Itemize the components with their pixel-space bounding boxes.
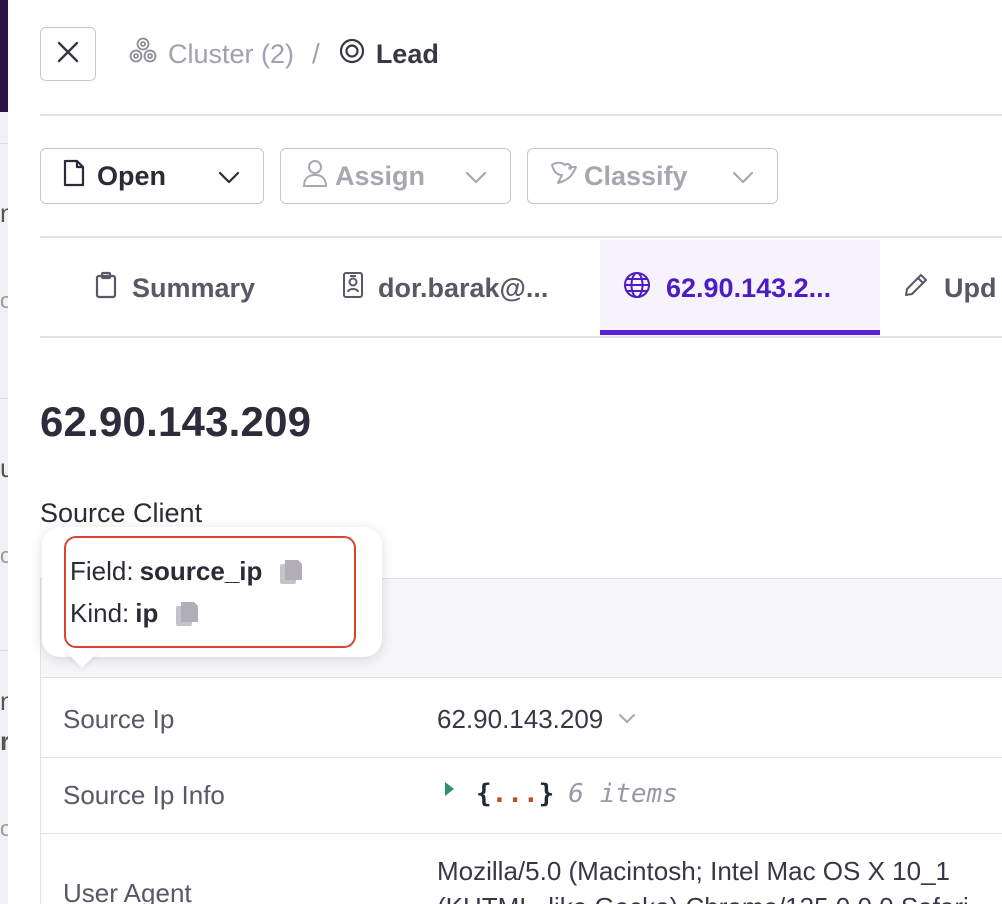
user-agent-value: Mozilla/5.0 (Macintosh; Intel Mac OS X 1… bbox=[437, 856, 951, 886]
detail-panel: Cluster (2) / Lead Open Assign Classify … bbox=[8, 0, 1002, 904]
assign-dropdown[interactable]: Assign bbox=[280, 148, 511, 204]
chevron-down-icon bbox=[217, 165, 241, 196]
tab-summary-label: Summary bbox=[132, 272, 256, 303]
breadcrumb-cluster-label: Cluster (2) bbox=[168, 38, 295, 69]
background-text-fragment: n bbox=[0, 688, 8, 714]
breadcrumb: Cluster (2) / Lead bbox=[128, 36, 439, 72]
row-key: User Agent bbox=[63, 878, 192, 904]
row-key: Source Ip bbox=[63, 704, 175, 734]
tab-summary[interactable]: Summary bbox=[94, 240, 294, 336]
tabs-divider bbox=[40, 336, 1002, 338]
user-icon bbox=[301, 158, 329, 195]
table-row: Source Ip Info {...} 6 items bbox=[41, 758, 1002, 834]
background-divider bbox=[0, 650, 8, 651]
open-status-dropdown[interactable]: Open bbox=[40, 148, 264, 204]
background-text-fragment: o bbox=[0, 818, 8, 840]
background-divider bbox=[0, 398, 8, 399]
open-status-label: Open bbox=[97, 160, 167, 191]
source-ip-value: 62.90.143.209 bbox=[437, 704, 604, 734]
json-viewer[interactable]: {...} 6 items bbox=[445, 778, 678, 809]
expand-triangle-icon[interactable] bbox=[445, 782, 454, 796]
row-key: Source Ip Info bbox=[63, 780, 225, 810]
target-icon bbox=[338, 37, 366, 72]
tab-updates-label: Upd bbox=[944, 272, 997, 303]
breadcrumb-cluster[interactable]: Cluster (2) bbox=[128, 36, 294, 73]
breadcrumb-lead: Lead bbox=[338, 37, 439, 72]
background-text-fragment: ni bbox=[0, 200, 8, 226]
actions-divider bbox=[40, 236, 1002, 238]
close-button[interactable] bbox=[40, 27, 96, 81]
json-brace-open: { bbox=[476, 779, 492, 809]
background-text-fragment: o bbox=[0, 545, 8, 567]
table-row: Source Ip 62.90.143.209 bbox=[41, 678, 1002, 758]
popover-arrow bbox=[64, 650, 100, 668]
json-ellipsis: ... bbox=[491, 779, 539, 809]
close-icon bbox=[56, 40, 80, 69]
cluster-icon bbox=[128, 36, 158, 73]
json-item-count: 6 items bbox=[568, 779, 678, 809]
tab-updates[interactable]: Upd bbox=[902, 240, 1002, 336]
pencil-icon bbox=[902, 271, 930, 306]
chevron-down-icon bbox=[731, 165, 755, 196]
highlight-annotation bbox=[64, 536, 356, 648]
background-text-fragment: r bbox=[0, 728, 8, 754]
classify-dropdown[interactable]: Classify bbox=[527, 148, 778, 204]
tab-user[interactable]: dor.barak@... bbox=[342, 240, 582, 336]
document-icon bbox=[61, 158, 87, 195]
tab-user-label: dor.barak@... bbox=[378, 272, 549, 303]
assign-label: Assign bbox=[335, 160, 426, 191]
background-text-fragment: u bbox=[0, 455, 8, 481]
page-title: 62.90.143.209 bbox=[40, 398, 312, 445]
user-agent-value-line2: (KHTML, like Gecko) Chrome/135.0.0.0 Saf… bbox=[437, 892, 969, 904]
breadcrumb-lead-label: Lead bbox=[375, 38, 439, 69]
clipboard-icon bbox=[94, 271, 118, 306]
background-page-strip: ni o u o n r o bbox=[0, 0, 8, 904]
breadcrumb-separator: / bbox=[312, 38, 320, 69]
row-value[interactable]: 62.90.143.209 bbox=[437, 704, 637, 735]
user-badge-icon bbox=[342, 271, 364, 306]
classify-label: Classify bbox=[584, 160, 688, 191]
background-divider bbox=[0, 143, 8, 144]
table-row: User Agent Mozilla/5.0 (Macintosh; Intel… bbox=[41, 834, 1002, 904]
header-divider bbox=[40, 114, 1002, 116]
background-text-fragment: o bbox=[0, 290, 8, 312]
dove-icon bbox=[548, 159, 578, 194]
chevron-down-icon bbox=[464, 165, 488, 196]
background-header bbox=[0, 0, 8, 112]
active-tab-indicator bbox=[600, 330, 880, 335]
chevron-down-icon[interactable] bbox=[617, 704, 637, 735]
section-title: Source Client bbox=[40, 498, 203, 528]
globe-icon bbox=[622, 270, 652, 307]
tab-ip-label: 62.90.143.2... bbox=[666, 272, 832, 303]
tab-ip[interactable]: 62.90.143.2... bbox=[600, 240, 880, 336]
json-brace-close: } bbox=[538, 779, 555, 809]
